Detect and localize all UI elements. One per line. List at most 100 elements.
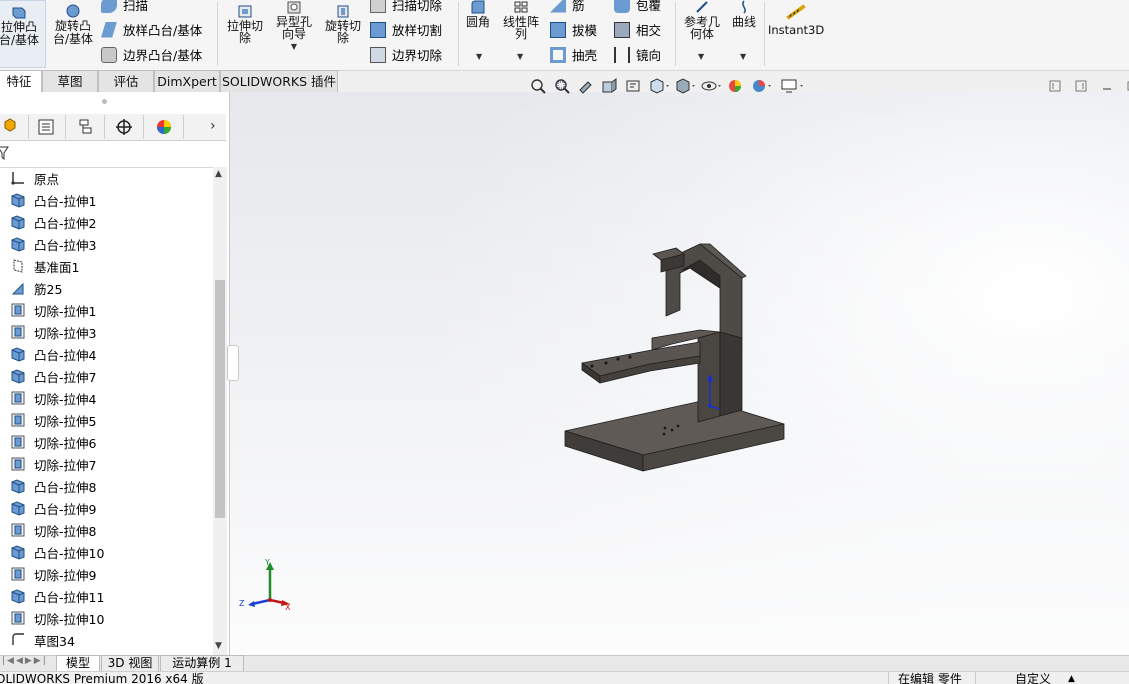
sweep-icon xyxy=(101,0,117,13)
tab-configuration-manager[interactable] xyxy=(66,115,105,139)
units-dropdown-icon[interactable]: ▲ xyxy=(1068,672,1075,684)
hide-show-items-icon[interactable] xyxy=(700,77,722,95)
tree-item[interactable]: 切除-拉伸8 xyxy=(10,520,96,540)
tree-item[interactable]: 切除-拉伸1 xyxy=(10,300,96,320)
hole-wizard-button[interactable]: 异型孔 向导 ▼ xyxy=(270,0,318,53)
apply-scene-icon[interactable] xyxy=(750,77,772,95)
section-view-icon[interactable] xyxy=(600,77,620,95)
tree-item[interactable]: 切除-拉伸9 xyxy=(10,564,96,584)
tab-dimxpert-manager[interactable] xyxy=(105,115,144,139)
revolve-boss-button[interactable]: 旋转凸 台/基体 xyxy=(48,0,98,46)
wrap-label: 包覆 xyxy=(636,0,662,13)
tree-item[interactable]: 凸台-拉伸4 xyxy=(10,344,96,364)
tree-item[interactable]: 切除-拉伸3 xyxy=(10,322,96,342)
scrollbar-thumb[interactable] xyxy=(215,280,225,518)
tab-dimxpert[interactable]: DimXpert xyxy=(154,70,220,92)
cut-extrude-icon xyxy=(10,566,26,582)
view-settings-icon[interactable] xyxy=(776,77,806,95)
fillet-button[interactable]: 圆角 xyxy=(460,0,496,28)
tab-evaluate[interactable]: 评估 xyxy=(98,70,154,92)
reference-triad[interactable]: Y X Z xyxy=(236,556,296,612)
instant3d-label: Instant3D xyxy=(768,23,825,37)
shell-button[interactable]: 抽壳 xyxy=(550,45,597,64)
tree-item[interactable]: 凸台-拉伸7 xyxy=(10,366,96,386)
tree-item[interactable]: 切除-拉伸7 xyxy=(10,454,96,474)
zoom-to-fit-icon[interactable] xyxy=(528,77,548,95)
restore-right-icon[interactable] xyxy=(1075,80,1087,92)
tree-item[interactable]: 凸台-拉伸3 xyxy=(10,234,96,254)
view-orientation-icon[interactable] xyxy=(648,77,670,95)
tree-item[interactable]: 凸台-拉伸1 xyxy=(10,190,96,210)
intersect-button[interactable]: 相交 xyxy=(614,20,661,39)
extrude-cut-button[interactable]: 拉伸切 除 xyxy=(222,0,268,44)
tab-display-manager[interactable] xyxy=(145,115,184,139)
sweep-cut-button[interactable]: 扫描切除 xyxy=(370,0,442,14)
curves-icon xyxy=(742,0,746,14)
display-style-icon[interactable] xyxy=(674,77,696,95)
tree-item[interactable]: 凸台-拉伸10 xyxy=(10,542,104,562)
tree-item[interactable]: 草图34 xyxy=(10,630,75,650)
tab-navigation-arrows-icon[interactable]: |◀◀▶▶| xyxy=(2,656,48,666)
sweep-button[interactable]: 扫描 xyxy=(101,0,148,14)
panel-splitter-handle[interactable] xyxy=(102,99,107,104)
draft-button[interactable]: 拔模 xyxy=(550,20,597,39)
tab-solidworks-addins[interactable]: SOLIDWORKS 插件 xyxy=(220,70,338,92)
curves-dropdown-icon[interactable]: ▼ xyxy=(740,52,746,61)
edit-appearance-icon[interactable] xyxy=(726,77,746,95)
tree-item[interactable]: 切除-拉伸5 xyxy=(10,410,96,430)
tabs-scroll-right-icon[interactable]: › xyxy=(210,118,216,134)
tree-item-label: 切除-拉伸7 xyxy=(34,457,97,473)
restore-left-icon[interactable] xyxy=(1049,80,1061,92)
zoom-to-area-icon[interactable] xyxy=(552,77,572,95)
tab-property-manager[interactable] xyxy=(27,115,66,139)
linear-pattern-button[interactable]: 线性阵 列 xyxy=(499,0,543,40)
tab-feature-manager[interactable] xyxy=(0,115,29,139)
boundary-boss-button[interactable]: 边界凸台/基体 xyxy=(101,45,202,64)
draft-label: 拔模 xyxy=(572,23,598,38)
tree-item[interactable]: 基准面1 xyxy=(10,256,79,276)
instant3d-button[interactable]: Instant3D xyxy=(768,0,824,36)
filter-icon[interactable] xyxy=(0,146,10,160)
tab-motion-study[interactable]: 运动算例 1 xyxy=(160,655,244,672)
tree-item[interactable]: 凸台-拉伸8 xyxy=(10,476,96,496)
tree-item[interactable]: 原点 xyxy=(10,168,59,188)
tab-features[interactable]: 特征 xyxy=(0,70,42,92)
tree-item[interactable]: 凸台-拉伸2 xyxy=(10,212,96,232)
panel-collapse-handle[interactable] xyxy=(227,345,239,381)
wrap-button[interactable]: 包覆 xyxy=(614,0,661,14)
boundary-cut-button[interactable]: 边界切除 xyxy=(370,45,442,64)
tree-item-label: 切除-拉伸1 xyxy=(34,303,97,319)
tab-model[interactable]: 模型 xyxy=(56,655,100,672)
feature-tree: 原点 凸台-拉伸1 凸台-拉伸2 凸台-拉伸3 基准面1 筋25 切除-拉伸1 切除-拉伸3 凸… xyxy=(0,167,212,655)
model-3d-part[interactable] xyxy=(560,238,790,478)
mirror-button[interactable]: 镜向 xyxy=(614,45,661,64)
tab-3d-view[interactable]: 3D 视图 xyxy=(101,655,159,672)
revolve-cut-button[interactable]: 旋转切 除 xyxy=(320,0,366,44)
tree-item[interactable]: 切除-拉伸10 xyxy=(10,608,104,628)
tree-item-label: 草图34 xyxy=(34,633,75,649)
reference-geometry-dropdown-icon[interactable]: ▼ xyxy=(698,52,704,61)
tree-item[interactable]: 切除-拉伸6 xyxy=(10,432,96,452)
loft-cut-button[interactable]: 放样切割 xyxy=(370,20,442,39)
reference-geometry-button[interactable]: 参考几 何体 xyxy=(680,0,724,40)
origin-icon xyxy=(10,170,26,186)
dynamic-annotation-icon[interactable] xyxy=(624,77,644,95)
minimize-icon[interactable] xyxy=(1101,80,1113,92)
tree-item[interactable]: 筋25 xyxy=(10,278,62,298)
hole-wizard-dropdown-icon[interactable]: ▼ xyxy=(270,41,318,53)
curves-button[interactable]: 曲线 xyxy=(728,0,760,28)
rib-button[interactable]: 筋 xyxy=(550,0,585,14)
fillet-dropdown-icon[interactable]: ▼ xyxy=(476,52,482,61)
scroll-up-icon[interactable]: ▲ xyxy=(215,169,222,179)
linear-pattern-dropdown-icon[interactable]: ▼ xyxy=(517,52,523,61)
tab-addins-label: SOLIDWORKS 插件 xyxy=(221,74,337,89)
extrude-boss-button[interactable]: 拉伸凸 台/基体 xyxy=(0,0,46,68)
tree-item[interactable]: 凸台-拉伸9 xyxy=(10,498,96,518)
tree-item[interactable]: 切除-拉伸4 xyxy=(10,388,96,408)
loft-boss-button[interactable]: 放样凸台/基体 xyxy=(101,20,202,39)
tree-item[interactable]: 凸台-拉伸11 xyxy=(10,586,104,606)
previous-view-icon[interactable] xyxy=(576,77,596,95)
status-units[interactable]: 自定义 xyxy=(1015,672,1051,684)
tab-sketch[interactable]: 草图 xyxy=(42,70,98,92)
scroll-down-icon[interactable]: ▼ xyxy=(215,641,222,651)
